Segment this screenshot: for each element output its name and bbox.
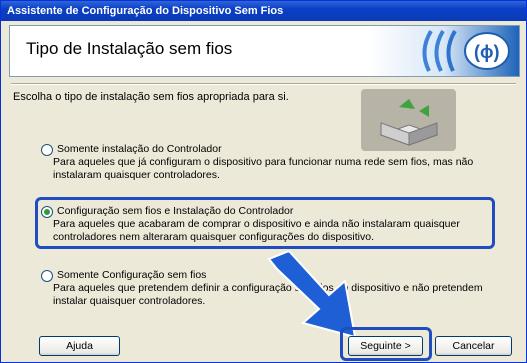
option-label: Somente instalação do Controlador [57,143,222,155]
radio-driver-only[interactable] [41,143,53,156]
svg-text:(ϕ): (ϕ) [474,42,499,62]
cancel-button[interactable]: Cancelar [435,336,512,356]
option-wireless-and-driver[interactable]: Configuração sem fios e Instalação do Co… [41,205,503,244]
option-driver-only[interactable]: Somente instalação do Controlador Para a… [41,143,503,182]
radio-wireless-and-driver[interactable] [41,205,53,218]
option-description: Para aqueles que já configuram o disposi… [53,156,474,181]
wizard-window: Assistente de Configuração do Dispositiv… [0,0,527,363]
radio-wireless-only[interactable] [41,269,53,282]
page-title: Tipo de Instalação sem fios [26,39,233,58]
network-device-icon [361,89,456,151]
next-button[interactable]: Seguinte > [348,336,423,356]
option-description: Para aqueles que acabaram de comprar o d… [53,218,460,243]
wireless-logo-icon: (ϕ) [369,26,519,76]
window-titlebar: Assistente de Configuração do Dispositiv… [1,1,526,21]
header-divider [11,83,516,85]
option-label: Somente Configuração sem fios [57,269,207,281]
help-button[interactable]: Ajuda [39,336,120,356]
header-panel: Tipo de Instalação sem fios (ϕ) [9,25,520,77]
option-label: Configuração sem fios e Instalação do Co… [57,205,294,217]
intro-text: Escolha o tipo de instalação sem fios ap… [13,91,289,103]
